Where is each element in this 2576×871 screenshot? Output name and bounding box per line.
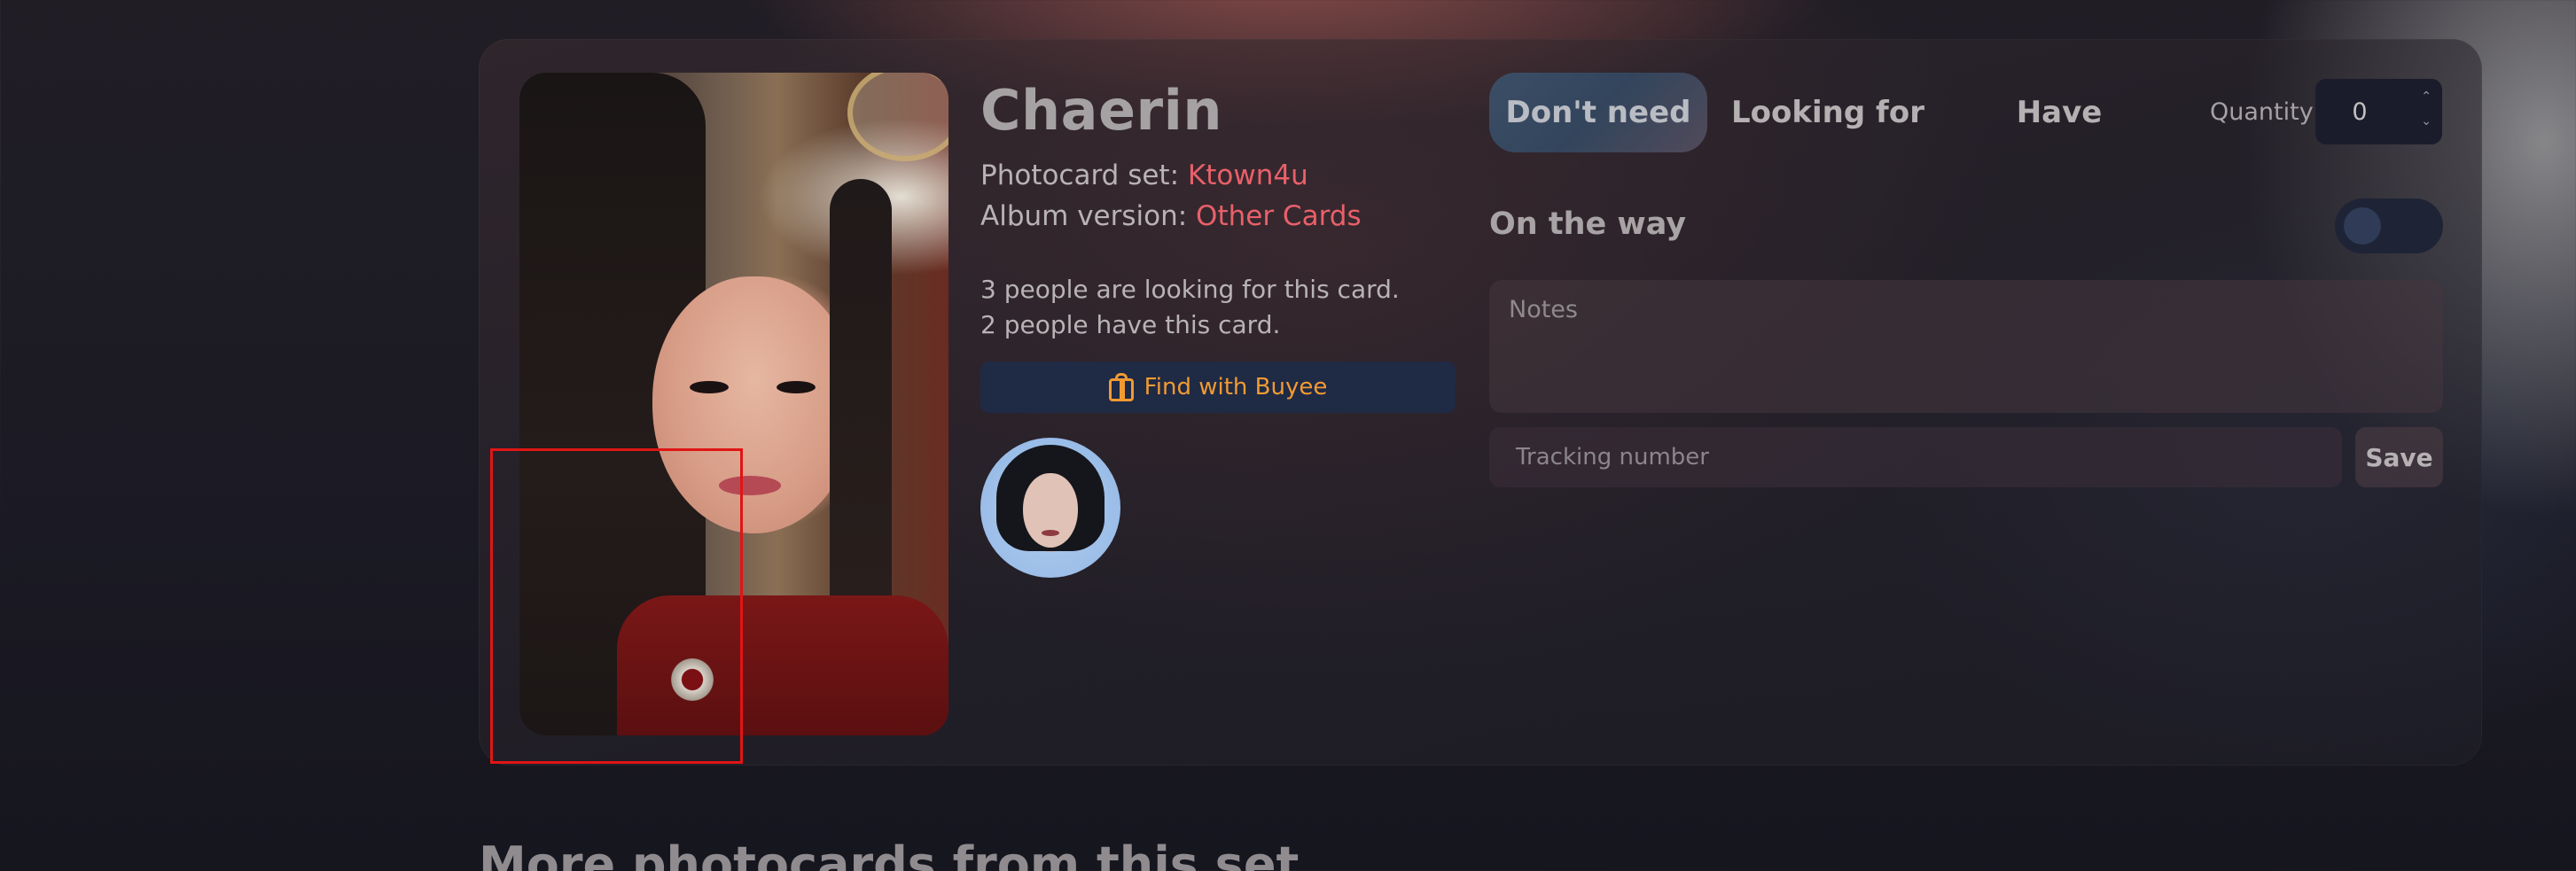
member-avatar[interactable] bbox=[980, 438, 1120, 578]
album-version-label: Album version: bbox=[980, 200, 1197, 232]
on-the-way-label: On the way bbox=[1489, 206, 1687, 242]
find-with-buyee-label: Find with Buyee bbox=[1144, 374, 1328, 401]
status-dont-need-button[interactable]: Don't need bbox=[1489, 73, 1707, 152]
chevron-down-icon[interactable]: ⌄ bbox=[2421, 115, 2432, 128]
highlight-box bbox=[490, 448, 743, 764]
photo-detail-glass bbox=[847, 73, 948, 161]
save-button[interactable]: Save bbox=[2355, 427, 2443, 487]
photocard-set-line: Photocard set: Ktown4u bbox=[980, 159, 1308, 191]
photocard-set-link[interactable]: Ktown4u bbox=[1188, 159, 1308, 191]
tracking-number-input[interactable]: Tracking number bbox=[1489, 427, 2342, 487]
avatar-detail-lips bbox=[1042, 530, 1059, 536]
shopping-bag-icon bbox=[1108, 373, 1134, 401]
chevron-up-icon[interactable]: ⌃ bbox=[2421, 90, 2432, 103]
quantity-label: Quantity bbox=[2210, 98, 2314, 126]
find-with-buyee-button[interactable]: Find with Buyee bbox=[980, 362, 1456, 413]
member-name-title: Chaerin bbox=[980, 78, 1222, 143]
album-version-line: Album version: Other Cards bbox=[980, 200, 1362, 232]
avatar-detail-face bbox=[1023, 473, 1078, 548]
notes-textarea[interactable]: Notes bbox=[1489, 280, 2443, 413]
have-count-text: 2 people have this card. bbox=[980, 310, 1281, 339]
looking-count-text: 3 people are looking for this card. bbox=[980, 275, 1400, 304]
photo-detail-eye bbox=[777, 381, 816, 393]
album-version-link[interactable]: Other Cards bbox=[1196, 200, 1362, 232]
toggle-knob bbox=[2344, 207, 2381, 245]
photo-detail-eye bbox=[690, 381, 729, 393]
status-looking-for-button[interactable]: Looking for bbox=[1725, 73, 1931, 152]
quantity-stepper[interactable]: 0 ⌃ ⌄ bbox=[2315, 79, 2442, 144]
quantity-value[interactable]: 0 bbox=[2315, 98, 2404, 126]
status-have-button[interactable]: Have bbox=[1954, 73, 2165, 152]
photocard-set-label: Photocard set: bbox=[980, 159, 1188, 191]
on-the-way-toggle[interactable] bbox=[2335, 198, 2443, 253]
more-photocards-heading: More photocards from this set bbox=[479, 836, 1300, 871]
